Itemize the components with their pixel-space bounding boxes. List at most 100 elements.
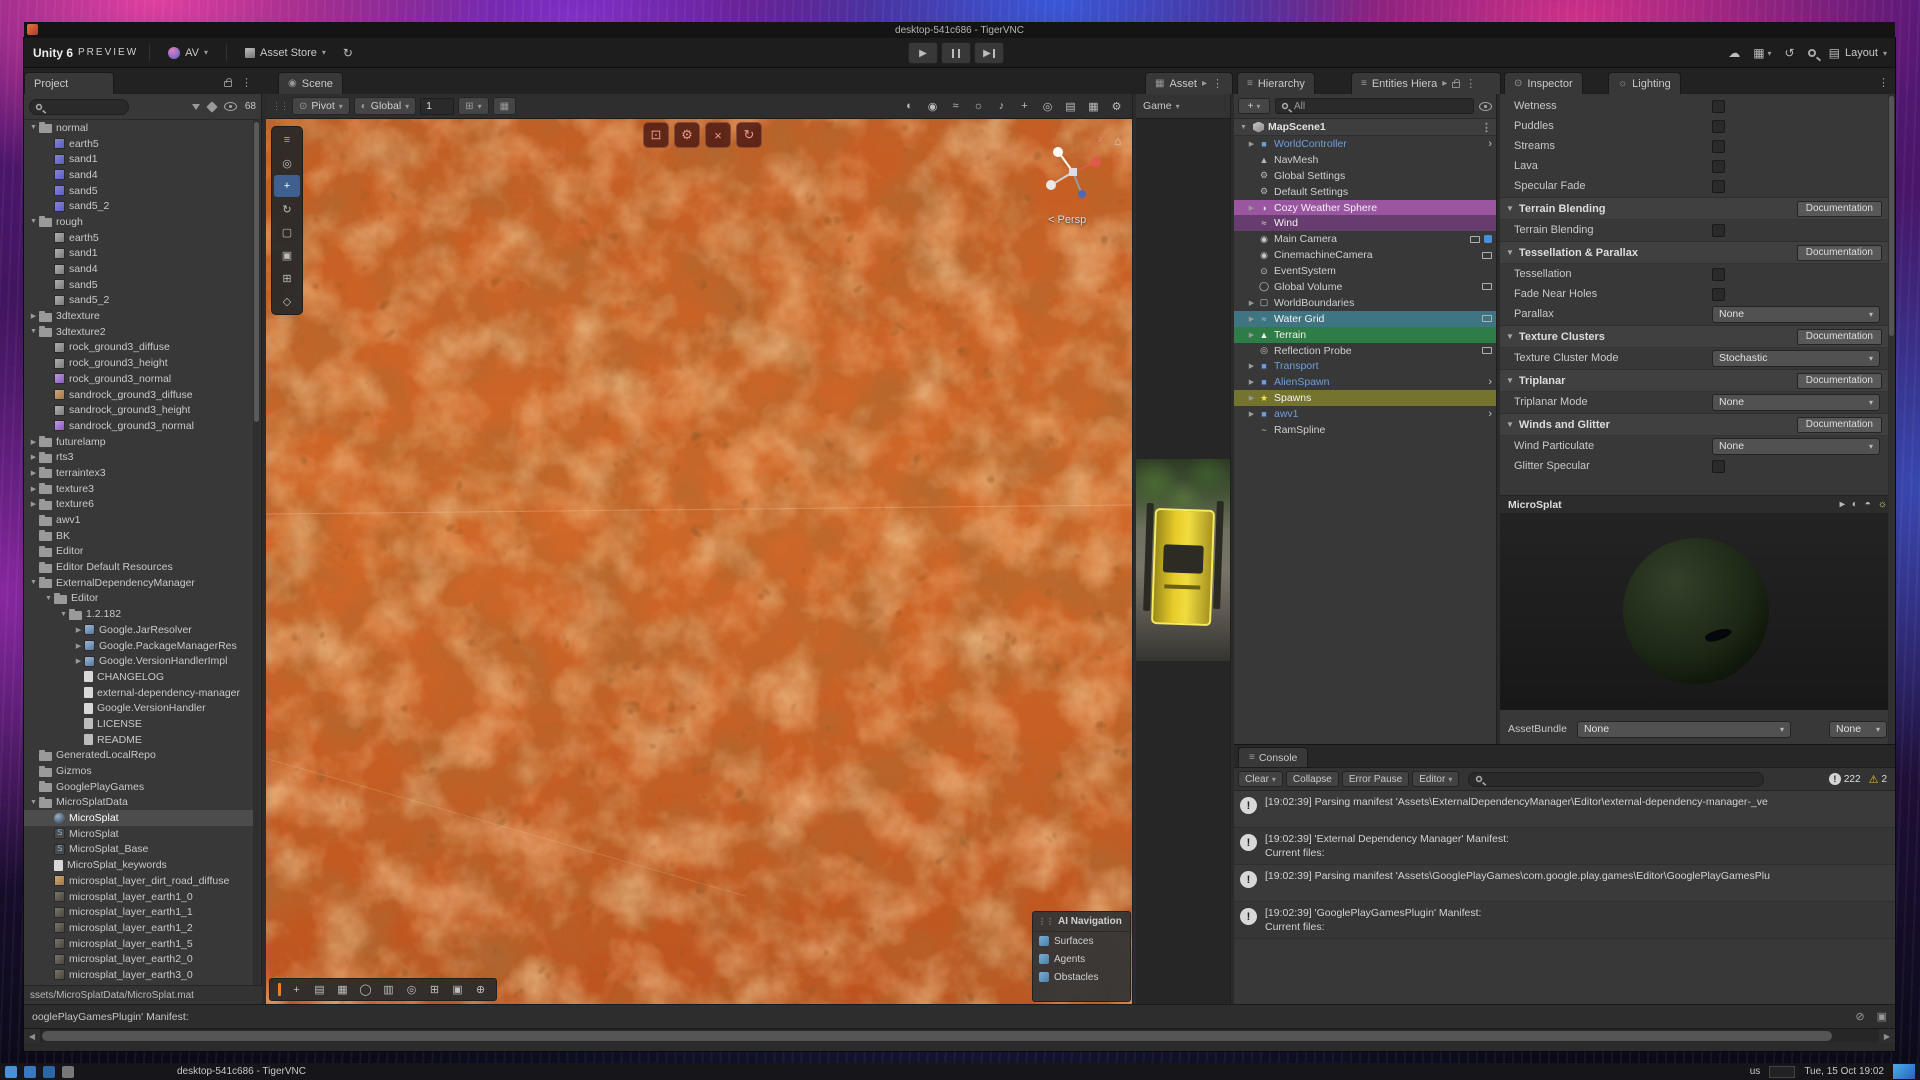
layout-dropdown[interactable]: ▤ Layout ▾ (1829, 46, 1887, 60)
tab-hierarchy[interactable]: ≡ Hierarchy (1237, 72, 1315, 94)
checkbox[interactable] (1712, 288, 1725, 301)
terrain-tool-button[interactable]: ⊡ (643, 122, 669, 148)
taskbar-app-icon[interactable] (24, 1066, 36, 1078)
panel-menu-icon[interactable]: ⋮ (1481, 121, 1492, 134)
project-item[interactable]: rock_ground3_diffuse (24, 340, 253, 356)
inspector-section-header[interactable]: ▼Texture ClustersDocumentation (1500, 325, 1888, 348)
project-item[interactable]: microsplat_layer_earth2_0 (24, 951, 253, 967)
hierarchy-item[interactable]: ≈Wind (1234, 215, 1496, 231)
expander-closed-icon[interactable]: ▶ (1246, 394, 1257, 402)
panel-icon[interactable]: ▣ (1877, 1010, 1887, 1023)
expander-closed-icon[interactable]: ▶ (1246, 315, 1257, 323)
project-item[interactable]: sand1 (24, 246, 253, 262)
show-desktop-button[interactable] (1893, 1064, 1915, 1079)
scrollbar-thumb[interactable] (42, 1031, 1832, 1041)
project-item[interactable]: GeneratedLocalRepo (24, 748, 253, 764)
project-item[interactable]: ▶texture6 (24, 497, 253, 513)
scene-bottom-button[interactable]: ▤ (312, 981, 327, 999)
scene-bottom-button[interactable]: + (289, 981, 304, 999)
expander-closed-icon[interactable]: ▶ (1246, 299, 1257, 307)
expander-open-icon[interactable]: ▼ (1238, 124, 1249, 131)
project-item[interactable]: rock_ground3_height (24, 355, 253, 371)
tab-lighting[interactable]: ☼ Lighting (1608, 72, 1681, 94)
checkbox[interactable] (1712, 100, 1725, 113)
dropdown[interactable]: None▾ (1712, 306, 1880, 323)
taskbar-app-icon[interactable] (5, 1066, 17, 1078)
scene-tool-button[interactable]: ◎ (274, 152, 300, 174)
project-item[interactable]: microsplat_layer_earth1_0 (24, 889, 253, 905)
project-item[interactable]: ▶Google.JarResolver (24, 622, 253, 638)
undo-history-icon[interactable]: ↺ (1785, 46, 1795, 60)
project-item[interactable]: ▼ExternalDependencyManager (24, 575, 253, 591)
console-entry[interactable]: ![19:02:39] Parsing manifest 'Assets\Ext… (1234, 791, 1895, 828)
project-item[interactable]: rock_ground3_normal (24, 371, 253, 387)
lock-icon[interactable] (1452, 82, 1460, 88)
scene-toolbar-button[interactable]: ◉ (922, 97, 943, 115)
expander-closed-icon[interactable]: ▶ (73, 657, 84, 665)
expander-closed-icon[interactable]: ▶ (1246, 410, 1257, 418)
scene-bottom-button[interactable]: ◯ (358, 981, 373, 999)
inspector-section-header[interactable]: ▼Winds and GlitterDocumentation (1500, 413, 1888, 436)
hierarchy-item[interactable]: ⚙Default Settings (1234, 184, 1496, 200)
project-item[interactable]: microsplat_layer_dirt_road_diffuse (24, 873, 253, 889)
hierarchy-item[interactable]: ~RamSpline (1234, 422, 1496, 438)
project-item[interactable]: GooglePlayGames (24, 779, 253, 795)
error-pause-toggle[interactable]: Error Pause (1342, 771, 1409, 787)
expander-closed-icon[interactable]: ▶ (28, 438, 39, 446)
scene-toolbar-button[interactable]: ▤ (1060, 97, 1081, 115)
expander-closed-icon[interactable]: ▶ (1246, 140, 1257, 148)
expander-open-icon[interactable]: ▼ (28, 218, 39, 225)
hierarchy-item[interactable]: ▶■awv1› (1234, 406, 1496, 422)
expander-closed-icon[interactable]: ▶ (73, 642, 84, 650)
project-item[interactable]: sand5 (24, 183, 253, 199)
dropdown[interactable]: None▾ (1712, 394, 1880, 411)
documentation-button[interactable]: Documentation (1797, 373, 1882, 389)
project-item[interactable]: LICENSE (24, 716, 253, 732)
ai-nav-item[interactable]: Surfaces (1033, 932, 1130, 950)
inspector-scrollbar[interactable] (1888, 94, 1895, 744)
scene-toolbar-button[interactable]: ☼ (968, 97, 989, 115)
scene-toolbar-button[interactable]: ≈ (945, 97, 966, 115)
scene-bottom-button[interactable]: ⊕ (473, 981, 488, 999)
project-item[interactable]: Editor Default Resources (24, 559, 253, 575)
taskbar-app-icon[interactable] (62, 1066, 74, 1078)
hierarchy-scene-row[interactable]: ▼ MapScene1 ⋮ (1234, 119, 1496, 136)
mute-icon[interactable]: ⊘ (1855, 1010, 1864, 1023)
search-icon[interactable] (1808, 49, 1816, 57)
ai-nav-item[interactable]: Obstacles (1033, 968, 1130, 986)
scene-tool-button[interactable]: ↻ (274, 198, 300, 220)
scene-tool-button[interactable]: ▢ (274, 221, 300, 243)
project-item[interactable]: sand5 (24, 277, 253, 293)
step-button[interactable]: ▶ (974, 42, 1004, 64)
scene-toolbar-button[interactable]: ♪ (991, 97, 1012, 115)
project-item[interactable]: ▼rough (24, 214, 253, 230)
checkbox[interactable] (1712, 268, 1725, 281)
editor-dropdown[interactable]: Editor ▾ (1412, 771, 1459, 787)
collapse-toggle[interactable]: Collapse (1286, 771, 1339, 787)
lock-icon[interactable] (224, 81, 232, 87)
console-entry[interactable]: ![19:02:39] 'External Dependency Manager… (1234, 828, 1895, 865)
visibility-icon[interactable] (224, 102, 237, 111)
project-item[interactable]: Gizmos (24, 763, 253, 779)
project-item[interactable]: ▶texture3 (24, 481, 253, 497)
tab-entities-hierarchy[interactable]: ≡ Entities Hiera ▸ ⋮ (1351, 72, 1501, 94)
documentation-button[interactable]: Documentation (1797, 201, 1882, 217)
game-view-render[interactable] (1136, 459, 1231, 661)
panel-menu-icon[interactable]: ⋮ (1878, 76, 1889, 89)
project-item[interactable]: ▶Google.PackageManagerRes (24, 638, 253, 654)
project-item[interactable]: ▶3dtexture (24, 308, 253, 324)
layers-dropdown[interactable]: ▦ ▾ (1753, 46, 1771, 60)
project-item[interactable]: ▼normal (24, 120, 253, 136)
expander-closed-icon[interactable]: ▶ (1246, 362, 1257, 370)
checkbox[interactable] (1712, 140, 1725, 153)
expander-open-icon[interactable]: ▼ (28, 579, 39, 586)
create-object-button[interactable]: +▾ (1238, 98, 1270, 114)
project-item[interactable]: earth5 (24, 136, 253, 152)
console-entry[interactable]: ![19:02:39] Parsing manifest 'Assets\Goo… (1234, 865, 1895, 902)
material-preview-header[interactable]: MicroSplat ▸ ◐ ◓ ☼ (1500, 495, 1895, 514)
tab-inspector[interactable]: ⊙ Inspector (1504, 72, 1583, 94)
pause-button[interactable] (941, 42, 971, 64)
tab-asset[interactable]: ▦ Asset ▸ ⋮ (1145, 72, 1233, 94)
warning-count-badge[interactable]: ⚠ 2 (1869, 773, 1887, 786)
taskbar-window-title[interactable]: desktop-541c686 - TigerVNC (177, 1066, 306, 1077)
